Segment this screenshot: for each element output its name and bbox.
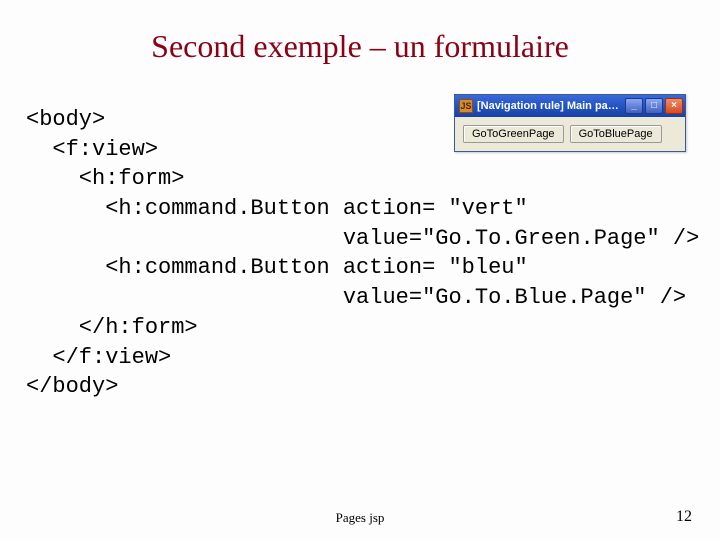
code-line: </h:form> [26,315,198,340]
window-body: GoToGreenPage GoToBluePage [455,117,685,151]
close-icon[interactable]: × [665,98,683,114]
code-line: <h:command.Button action= "bleu" [26,255,528,280]
code-line: value="Go.To.Blue.Page" /> [26,285,686,310]
footer-label: Pages jsp [0,510,720,526]
page-number: 12 [676,508,692,526]
maximize-icon[interactable]: □ [645,98,663,114]
window-title: [Navigation rule] Main page… [477,100,625,112]
code-line: </body> [26,374,118,399]
window-controls: _ □ × [625,98,683,114]
code-line: <h:form> [26,166,184,191]
code-line: <f:view> [26,137,158,162]
code-line: </f:view> [26,345,171,370]
go-to-green-button[interactable]: GoToGreenPage [463,125,564,143]
code-line: <body> [26,107,105,132]
code-line: value="Go.To.Green.Page" /> [26,226,699,251]
slide-title: Second exemple – un formulaire [30,28,690,65]
window-titlebar: JS [Navigation rule] Main page… _ □ × [455,95,685,117]
example-window: JS [Navigation rule] Main page… _ □ × Go… [454,94,686,152]
slide: Second exemple – un formulaire JS [Navig… [0,0,720,540]
minimize-icon[interactable]: _ [625,98,643,114]
go-to-blue-button[interactable]: GoToBluePage [570,125,662,143]
code-line: <h:command.Button action= "vert" [26,196,528,221]
app-icon: JS [459,99,473,113]
